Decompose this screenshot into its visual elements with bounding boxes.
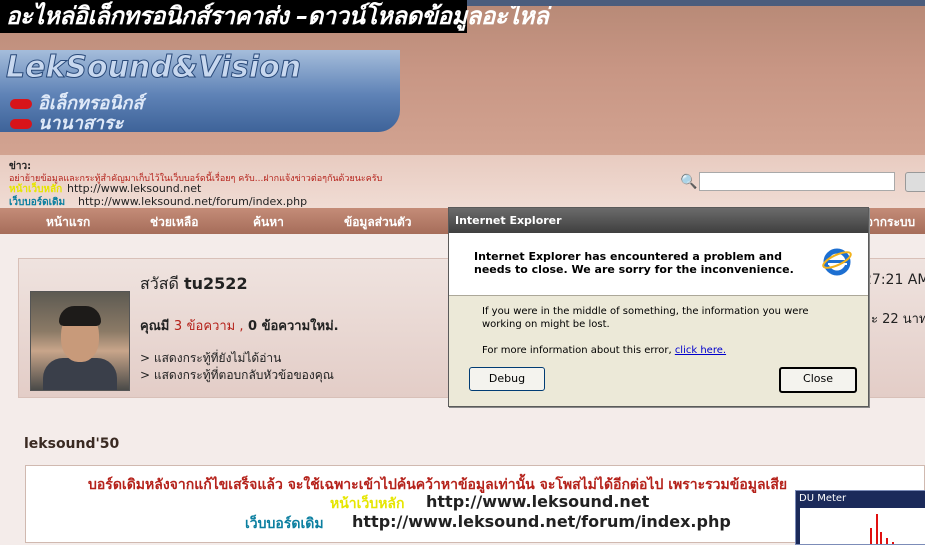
time-info: ละ 22 นาท (863, 312, 925, 327)
announcement-old-link[interactable]: http://www.leksound.net/forum/index.php (352, 512, 731, 531)
username: tu2522 (184, 274, 248, 293)
old-board-link[interactable]: http://www.leksound.net/forum/index.php (78, 195, 307, 208)
search-button[interactable] (905, 172, 925, 192)
current-time: 27:21 AM (863, 272, 925, 288)
nav-profile[interactable]: ข้อมูลส่วนตัว (344, 213, 411, 232)
dialog-header: Internet Explorer has encountered a prob… (449, 233, 868, 296)
banner-headline: อะไหล่อิเล็กทรอนิกส์ราคาส่ง –ดาวน์โหลดข้… (0, 0, 549, 33)
avatar (30, 291, 130, 391)
dialog-title: Internet Explorer (455, 214, 562, 227)
main-site-link[interactable]: http://www.leksound.net (67, 182, 201, 195)
du-meter-widget[interactable]: DU Meter (795, 490, 925, 545)
announcement-main-link[interactable]: http://www.leksound.net (426, 492, 649, 511)
debug-button[interactable]: Debug (469, 367, 545, 391)
nav-search[interactable]: ค้นหา (253, 213, 284, 232)
nav-logout[interactable]: จากระบบ (866, 213, 915, 232)
du-meter-title: DU Meter (799, 493, 847, 504)
nav-help[interactable]: ช่วยเหลือ (150, 213, 199, 232)
message-count[interactable]: 3 (174, 319, 182, 334)
replies-link[interactable]: > แสดงกระทู้ที่ตอบกลับหัวข้อของคุณ (140, 366, 334, 385)
greeting: สวัสดี tu2522 (140, 274, 248, 293)
dialog-titlebar[interactable]: Internet Explorer (449, 208, 868, 233)
announcement-old-label: เว็บบอร์ดเดิม (245, 516, 324, 532)
click-here-link[interactable]: click here. (675, 345, 726, 356)
internet-explorer-icon (822, 248, 852, 276)
top-band (467, 0, 925, 6)
logo-line-misc: นานาสาระ (10, 108, 123, 137)
nav-home[interactable]: หน้าแรก (46, 213, 90, 232)
close-button[interactable]: Close (779, 367, 857, 393)
dialog-info-message: If you were in the middle of something, … (482, 306, 809, 330)
dialog-main-message: Internet Explorer has encountered a prob… (474, 250, 794, 276)
ie-error-dialog: Internet Explorer Internet Explorer has … (448, 207, 869, 407)
dialog-more-info: For more information about this error, c… (482, 345, 727, 356)
search-icon: 🔍 (680, 174, 698, 190)
logo-text: LekSound&Vision (5, 50, 302, 86)
search-input[interactable] (699, 172, 895, 191)
new-message-count: 0 (248, 319, 258, 334)
section-title: leksound'50 (24, 436, 120, 452)
message-summary: คุณมี 3 ข้อความ , 0 ข้อความใหม่. (140, 319, 339, 334)
site-logo[interactable]: LekSound&Vision อิเล็กทรอนิกส์ นานาสาระ (0, 50, 400, 134)
du-meter-graph (800, 508, 925, 544)
red-bullet-icon (10, 119, 32, 129)
news-area: ข่าว: อย่าย้ายข้อมูลและกระทู้สำคัญมาเก็บ… (0, 155, 925, 208)
